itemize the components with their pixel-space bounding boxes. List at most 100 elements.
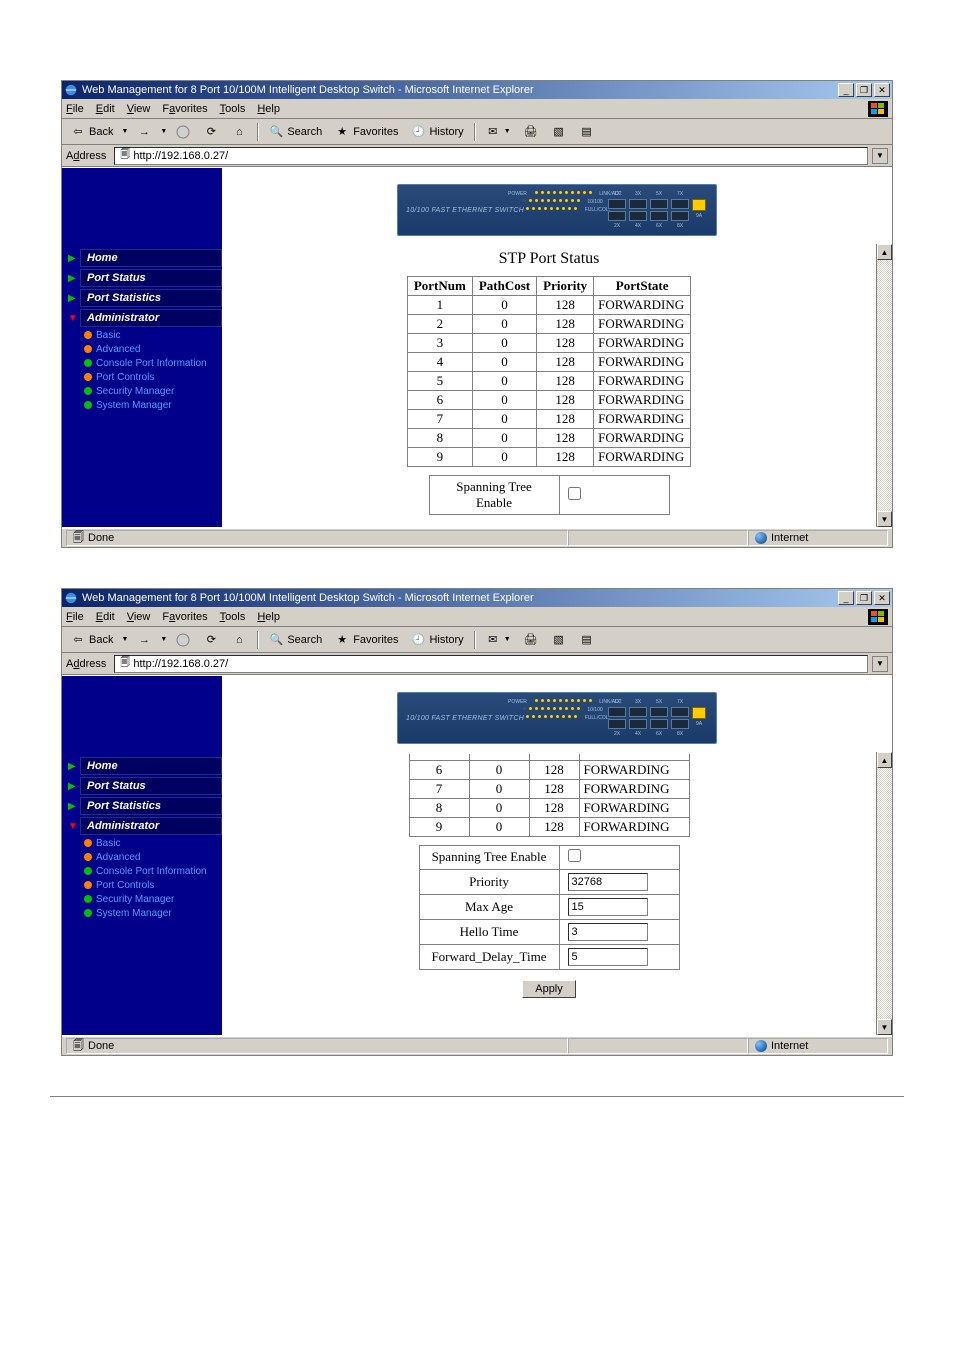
address-dropdown-button[interactable]: ▼ [872,656,888,672]
forward-button[interactable]: → [132,122,156,142]
scroll-up-button[interactable]: ▲ [877,244,892,260]
sidebar-sub-console[interactable]: Console Port Information [68,356,222,370]
cell-portstate: FORWARDING [579,798,689,817]
forward-dropdown-icon[interactable]: ▼ [160,128,167,135]
bullet-icon [84,387,92,395]
menu-file[interactable]: File [66,103,84,115]
discuss-icon: ▤ [579,632,595,648]
sidebar-item-port-statistics[interactable]: Port Statistics [80,797,222,815]
cell-priority: 128 [537,391,594,410]
maxage-input[interactable] [568,898,648,916]
status-text: Done [88,532,114,544]
menu-view[interactable]: View [127,611,151,623]
menu-tools[interactable]: Tools [220,611,246,623]
sidebar-sub-basic[interactable]: Basic [68,836,222,850]
fwd-delay-input[interactable] [568,948,648,966]
menu-help[interactable]: Help [257,611,280,623]
minimize-button[interactable]: _ [838,591,854,605]
sidebar-item-home[interactable]: Home [80,249,222,267]
menu-favorites[interactable]: Favorites [162,611,207,623]
back-dropdown-icon[interactable]: ▼ [121,128,128,135]
sidebar-item-home[interactable]: Home [80,757,222,775]
table-row: 30128FORWARDING [407,334,690,353]
sidebar-sub-console[interactable]: Console Port Information [68,864,222,878]
address-input[interactable] [133,150,865,162]
sidebar-sub-security[interactable]: Security Manager [68,892,222,906]
history-button[interactable]: 🕘History [406,630,467,650]
sidebar-sub-basic[interactable]: Basic [68,328,222,342]
discuss-button[interactable]: ▤ [575,122,599,142]
sidebar-item-port-status[interactable]: Port Status [80,269,222,287]
edit-button[interactable]: ▧ [547,122,571,142]
sidebar-sub-advanced[interactable]: Advanced [68,850,222,864]
hello-input[interactable] [568,923,648,941]
print-button[interactable]: 🖨 [519,630,543,650]
zone-label: Internet [771,532,808,544]
sidebar-sub-system[interactable]: System Manager [68,398,222,412]
cell-pathcost: 0 [472,372,536,391]
vertical-scrollbar[interactable]: ▲ ▼ [876,244,892,527]
history-button[interactable]: 🕘History [406,122,467,142]
menu-edit[interactable]: Edit [96,611,115,623]
menu-view[interactable]: View [127,103,151,115]
cell-portstate: FORWARDING [594,410,691,429]
menu-help[interactable]: Help [257,103,280,115]
menu-tools[interactable]: Tools [220,103,246,115]
apply-button[interactable]: Apply [522,980,576,998]
minimize-button[interactable]: _ [838,83,854,97]
sidebar-item-administrator[interactable]: Administrator [80,309,222,327]
priority-input[interactable] [568,873,648,891]
scroll-up-button[interactable]: ▲ [877,752,892,768]
sidebar-sub-advanced[interactable]: Advanced [68,342,222,356]
sidebar-item-administrator[interactable]: Administrator [80,817,222,835]
sidebar-sub-port-controls[interactable]: Port Controls [68,878,222,892]
refresh-button[interactable]: ⟳ [199,630,223,650]
edit-button[interactable]: ▧ [547,630,571,650]
back-dropdown-icon[interactable]: ▼ [121,636,128,643]
sidebar-sub-port-controls[interactable]: Port Controls [68,370,222,384]
search-icon: 🔍 [268,124,284,140]
maximize-button[interactable]: ❐ [856,83,872,97]
sidebar-item-port-status[interactable]: Port Status [80,777,222,795]
menu-edit[interactable]: Edit [96,103,115,115]
cell-priority: 128 [537,410,594,429]
stp-enable-label: Spanning Tree Enable [419,845,559,869]
vertical-scrollbar[interactable]: ▲ ▼ [876,752,892,1035]
sidebar-sub-security[interactable]: Security Manager [68,384,222,398]
address-dropdown-button[interactable]: ▼ [872,148,888,164]
sidebar-sub-system[interactable]: System Manager [68,906,222,920]
sidebar-item-port-statistics[interactable]: Port Statistics [80,289,222,307]
maximize-button[interactable]: ❐ [856,591,872,605]
search-button[interactable]: 🔍Search [264,630,326,650]
refresh-button[interactable]: ⟳ [199,122,223,142]
favorites-button[interactable]: ★Favorites [330,630,402,650]
mail-button[interactable]: ✉▼ [481,122,515,142]
search-button[interactable]: 🔍Search [264,122,326,142]
discuss-button[interactable]: ▤ [575,630,599,650]
bullet-icon [84,401,92,409]
stp-enable-checkbox[interactable] [568,849,581,862]
page-divider [50,1096,904,1097]
mail-button[interactable]: ✉▼ [481,630,515,650]
scroll-down-button[interactable]: ▼ [877,511,892,527]
stp-enable-checkbox[interactable] [568,487,581,500]
forward-dropdown-icon[interactable]: ▼ [160,636,167,643]
cell-portstate: FORWARDING [579,779,689,798]
address-input[interactable] [133,658,865,670]
favorites-button[interactable]: ★Favorites [330,122,402,142]
home-button[interactable]: ⌂ [227,122,251,142]
menu-favorites[interactable]: Favorites [162,103,207,115]
stp-enable-label: Spanning Tree Enable [429,476,559,515]
forward-arrow-icon: → [136,124,152,140]
back-button[interactable]: ⇦Back [66,630,117,650]
forward-button[interactable]: → [132,630,156,650]
print-button[interactable]: 🖨 [519,122,543,142]
back-button[interactable]: ⇦Back [66,122,117,142]
home-button[interactable]: ⌂ [227,630,251,650]
stop-button[interactable] [171,122,195,142]
stop-button[interactable] [171,630,195,650]
scroll-down-button[interactable]: ▼ [877,1019,892,1035]
close-button[interactable]: ✕ [874,83,890,97]
menu-file[interactable]: File [66,611,84,623]
close-button[interactable]: ✕ [874,591,890,605]
